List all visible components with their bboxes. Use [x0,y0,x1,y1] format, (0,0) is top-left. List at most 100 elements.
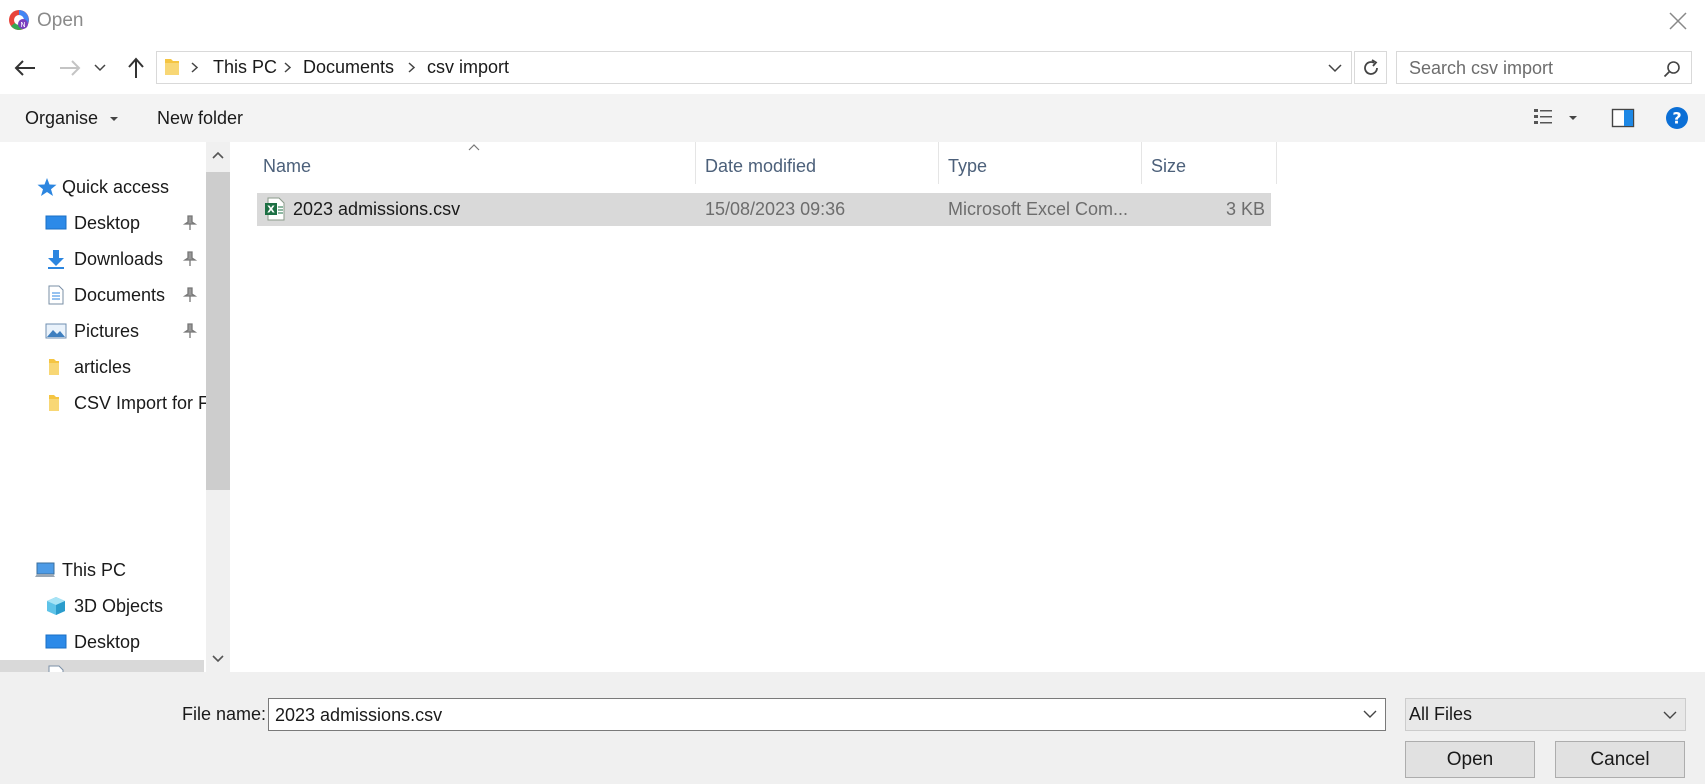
sort-ascending-icon [468,144,480,151]
nav-label: This PC [62,560,127,580]
breadcrumb-documents[interactable]: Documents [303,52,394,83]
svg-text:N: N [20,21,25,29]
chevron-down-icon [94,64,106,72]
nav-label: 3D Objects [74,596,164,616]
window-title: Open [37,10,84,31]
documents-icon [48,665,64,672]
organise-label: Organise [25,108,99,128]
arrow-left-icon [14,60,35,76]
nav-label: Quick access [62,177,170,197]
nav-scrollbar-thumb[interactable] [206,172,230,490]
file-type-cell: Microsoft Excel Com... [948,199,1129,219]
nav-3d-objects[interactable]: 3D Objects [0,589,206,623]
details-view-icon [1534,109,1552,124]
breadcrumb-this-pc[interactable]: This PC [213,52,277,83]
excel-file-icon: X [265,197,285,221]
file-type-filter-value: All Files [1409,704,1473,724]
pin-icon [182,323,198,338]
column-divider[interactable] [1141,142,1142,184]
chevron-down-icon[interactable] [1327,61,1343,75]
forward-button[interactable] [55,53,85,83]
refresh-icon [1363,58,1378,75]
refresh-button[interactable] [1354,51,1387,84]
chevron-down-icon[interactable] [1363,709,1377,719]
address-bar[interactable]: This PC Documents csv import [156,51,1352,84]
file-date-cell: 15/08/2023 09:36 [705,199,846,219]
column-header-size[interactable]: Size [1151,148,1186,184]
svg-text:X: X [267,205,275,216]
help-icon[interactable]: ? [1665,106,1689,130]
preview-pane-icon[interactable] [1611,107,1635,129]
breadcrumb-csv-import[interactable]: csv import [427,52,509,83]
scroll-down-icon[interactable] [211,654,225,664]
file-name-input[interactable] [273,703,1337,728]
organise-button[interactable]: Organise [25,94,119,142]
chevron-right-icon [408,62,416,73]
open-button[interactable]: Open [1405,741,1535,778]
pictures-icon [45,323,67,339]
file-name-cell: 2023 admissions.csv [293,199,461,219]
nav-label: CSV Import for F [74,393,206,413]
pin-icon [182,251,198,266]
close-icon[interactable] [1665,8,1691,34]
pin-icon [182,287,198,302]
folder-icon [49,359,59,375]
recent-locations-button[interactable] [90,53,110,83]
downloads-icon [48,250,64,269]
command-bar: Organise New folder ? [0,94,1705,142]
up-button[interactable] [121,53,151,83]
nav-desktop[interactable]: Desktop [0,206,206,240]
desktop-icon [45,215,67,230]
title-bar: N Open [0,0,1705,44]
file-name-combobox [268,698,1386,731]
nav-csv-import-folder[interactable]: CSV Import for F [0,386,206,420]
column-header-type[interactable]: Type [948,148,987,184]
nav-partial-item[interactable] [0,660,204,672]
nav-articles[interactable]: articles [0,350,206,384]
nav-quick-access[interactable]: Quick access [0,170,206,204]
column-header-name[interactable]: Name [263,148,311,184]
file-name-label: File name: [182,704,267,724]
nav-label: Desktop [74,213,141,233]
nav-desktop-pc[interactable]: Desktop [0,625,206,659]
nav-label: Pictures [74,321,140,341]
file-type-filter[interactable]: All Files [1405,698,1686,731]
chevron-down-icon [1663,711,1677,719]
svg-text:?: ? [1672,109,1681,128]
navigation-pane: Quick access Desktop Downloads Documents… [0,142,206,672]
cancel-button[interactable]: Cancel [1555,741,1685,778]
nav-label: articles [74,357,132,377]
folder-icon [165,59,179,75]
nav-label: Documents [74,285,166,305]
change-view-button[interactable] [1532,107,1580,129]
desktop-icon [45,634,67,649]
arrow-up-icon [128,57,144,78]
column-divider[interactable] [695,142,696,184]
nav-downloads[interactable]: Downloads [0,242,206,276]
scroll-up-icon[interactable] [211,150,225,160]
chevron-right-icon [191,62,199,73]
nav-this-pc[interactable]: This PC [0,553,206,587]
computer-icon [35,562,55,577]
3d-objects-icon [47,597,65,615]
arrow-right-icon [60,60,81,76]
back-button[interactable] [10,53,40,83]
new-folder-button[interactable]: New folder [157,94,243,142]
folder-icon [49,395,59,411]
caret-down-icon [1569,116,1577,120]
column-divider[interactable] [938,142,939,184]
nav-label: Desktop [74,632,141,652]
column-header-date-modified[interactable]: Date modified [705,148,816,184]
search-box [1396,51,1692,84]
search-input[interactable] [1407,56,1651,81]
search-icon[interactable] [1663,60,1681,78]
pin-icon [182,215,198,230]
nav-pictures[interactable]: Pictures [0,314,206,348]
nav-label: Downloads [74,249,164,269]
column-divider[interactable] [1276,142,1277,184]
app-icon: N [9,10,29,30]
file-size-cell: 3 KB [1225,199,1265,219]
nav-documents[interactable]: Documents [0,278,206,312]
chevron-right-icon [284,62,292,73]
caret-down-icon [110,117,119,122]
